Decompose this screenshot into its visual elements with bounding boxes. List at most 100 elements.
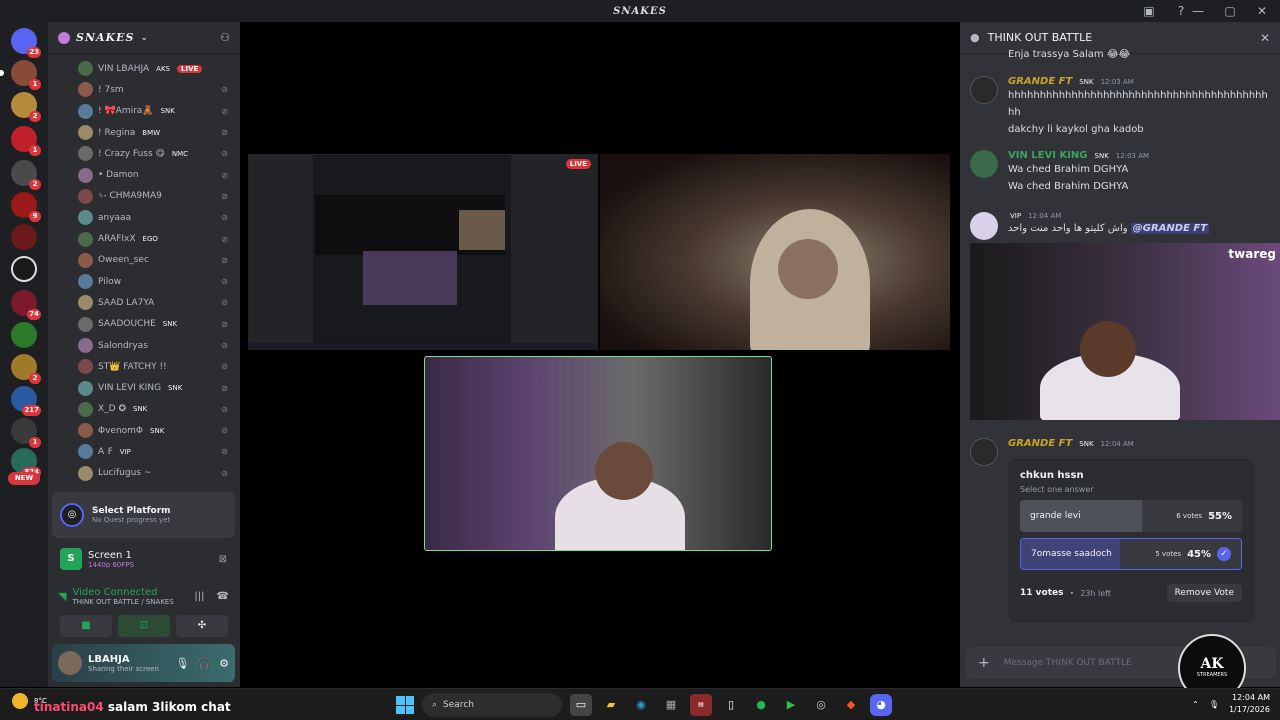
voice-user[interactable]: SAADOUCHE SNK ⊘ (48, 314, 240, 335)
gear-icon[interactable]: ⚙ (219, 657, 229, 670)
voice-user[interactable]: SAAD LA7YA ⊘ (48, 292, 240, 313)
notepad-icon[interactable]: ▯ (720, 694, 742, 716)
voice-user[interactable]: ! 7sm ⊘ (48, 79, 240, 100)
start-button[interactable] (396, 696, 414, 714)
remove-vote-button[interactable]: Remove Vote (1166, 584, 1242, 602)
file-explorer-icon[interactable]: ▰ (600, 694, 622, 716)
quest-panel[interactable]: ◎ Select Platform No Quest progress yet (52, 492, 235, 538)
app-icon[interactable]: ▤ (690, 694, 712, 716)
avatar[interactable] (970, 438, 998, 466)
server-icon[interactable]: 874 (11, 448, 41, 478)
disconnect-icon[interactable]: ☎ (217, 591, 229, 602)
voice-user[interactable]: ᛃ- CHMA9MA9 ⊘ (48, 186, 240, 207)
poll-option-percent: 45% (1187, 548, 1211, 560)
deafened-icon: ⊘ (221, 468, 228, 478)
voice-user[interactable]: Lucifugus ~ ⊘ (48, 463, 240, 484)
avatar[interactable] (58, 651, 82, 675)
camera-button[interactable]: ■ (60, 615, 112, 637)
edge-icon[interactable]: ◉ (630, 694, 652, 716)
server-tag: SNK (133, 405, 148, 414)
voice-user[interactable]: ST👑 FATCHY !! ⊘ (48, 356, 240, 377)
voice-user[interactable]: • Damon ⊘ (48, 164, 240, 185)
poll-option-selected[interactable]: 7omasse saadoch 5 votes 45% ✓ (1020, 538, 1242, 570)
avatar[interactable] (970, 212, 998, 240)
server-icon[interactable]: 2 (11, 92, 41, 122)
server-icon[interactable]: 1 (11, 60, 41, 90)
direct-messages-button[interactable]: 23 (11, 28, 41, 58)
voice-user[interactable]: ! 🎀Amira🧸 SNK ⊘ (48, 101, 240, 122)
avatar[interactable] (970, 150, 998, 178)
brave-icon[interactable]: ◆ (840, 694, 862, 716)
voice-user[interactable]: X_D ✪ SNK ⊘ (48, 399, 240, 420)
poll-option-label: 7omasse saadoch (1031, 549, 1112, 559)
close-button[interactable]: ✕ (1252, 2, 1272, 20)
task-view-icon[interactable]: ▭ (570, 694, 592, 716)
voice-user[interactable]: Oween_sec ⊘ (48, 250, 240, 271)
voice-user-name: ARAFIxX (98, 234, 136, 245)
server-icon[interactable]: 1 (11, 418, 41, 448)
server-icon-snakes[interactable] (11, 256, 37, 282)
message-author[interactable]: GRANDE FT (1008, 438, 1072, 449)
message-author[interactable]: VIN LEVI KING (1008, 150, 1088, 161)
server-icon[interactable]: 2 (11, 354, 41, 384)
invite-icon[interactable]: ⚇ (220, 31, 230, 44)
discord-icon[interactable]: ◕ (870, 694, 892, 716)
camera-tile[interactable] (600, 154, 950, 350)
server-icon[interactable]: 217 (11, 386, 41, 416)
microphone-icon[interactable]: 🎙 (175, 657, 189, 670)
play-icon[interactable]: ▶ (780, 694, 802, 716)
server-icon[interactable]: 9 (11, 192, 41, 222)
screen-share-button[interactable]: ⊡ (118, 615, 170, 637)
server-icon[interactable] (11, 322, 37, 348)
message-input[interactable] (1003, 658, 1204, 668)
close-icon[interactable]: ✕ (1260, 31, 1270, 45)
chevron-up-icon[interactable]: ⌃ (1192, 700, 1199, 709)
deafened-icon: ⊘ (221, 447, 228, 457)
maximize-button[interactable]: ▢ (1220, 2, 1240, 20)
voice-user[interactable]: A ₣ VIP ⊘ (48, 441, 240, 462)
deafened-icon: ⊘ (221, 426, 228, 436)
taskbar-search[interactable]: ⌕ Search (422, 693, 562, 717)
headphones-icon[interactable]: 🎧 (197, 657, 211, 670)
poll-subtitle: Select one answer (1020, 485, 1094, 494)
voice-user-name: A ₣ (98, 446, 113, 457)
voice-user[interactable]: ΦvenomΦ SNK ⊘ (48, 420, 240, 441)
spotify-icon[interactable]: ● (750, 694, 772, 716)
store-icon[interactable]: ▦ (660, 694, 682, 716)
inbox-icon[interactable]: ▣ (1140, 2, 1158, 20)
server-icon[interactable] (11, 224, 37, 250)
server-icon[interactable]: 2 (11, 160, 41, 190)
obs-icon[interactable]: ◎ (810, 694, 832, 716)
new-unreads-pill[interactable]: NEW (8, 472, 40, 485)
user-mention[interactable]: @GRANDE FT (1130, 223, 1210, 234)
clock[interactable]: 12:04 AM 1/17/2026 (1229, 692, 1270, 716)
poll-option[interactable]: grande levi 6 votes 55% (1020, 500, 1242, 532)
voice-user[interactable]: Salondryas ⊘ (48, 335, 240, 356)
minimize-button[interactable]: — (1188, 2, 1208, 20)
voice-user[interactable]: ! Crazy Fuss 😋 NMC ⊘ (48, 143, 240, 164)
voice-user[interactable]: Pilow ⊘ (48, 271, 240, 292)
screen-share-tile[interactable]: LIVE (248, 154, 598, 350)
camera-tile-active[interactable] (424, 356, 772, 551)
voice-user[interactable]: ARAFIxX EGO ⊘ (48, 228, 240, 249)
activities-button[interactable]: ✣ (176, 615, 228, 637)
stop-stream-icon[interactable]: ⊠ (219, 554, 227, 565)
image-attachment[interactable]: twareg (970, 243, 1280, 420)
voice-channel-name[interactable]: THINK OUT BATTLE / SNAKES (72, 598, 173, 606)
message-time: 12:03 AM (1115, 151, 1150, 160)
server-icon[interactable]: 74 (11, 290, 41, 320)
plus-icon[interactable]: + (978, 655, 990, 671)
voice-user[interactable]: anyaaa ⊘ (48, 207, 240, 228)
microphone-icon[interactable]: 🎙 (1209, 700, 1219, 709)
noise-suppression-icon[interactable]: ||| (194, 591, 204, 602)
signal-icon[interactable]: ◥ (58, 590, 66, 603)
server-icon[interactable]: 1 (11, 126, 41, 156)
guild-header[interactable]: SNAKES ⌄ ⚇ (48, 22, 240, 54)
voice-user[interactable]: ! Regina BMW ⊘ (48, 122, 240, 143)
voice-user[interactable]: VIN LBAHJA AKS LIVE (48, 58, 240, 79)
message-author[interactable]: GRANDE FT (1008, 76, 1072, 87)
message-time: 12:03 AM (1100, 77, 1134, 86)
unread-badge: 74 (27, 309, 41, 320)
voice-user[interactable]: VIN LEVI KING SNK ⊘ (48, 377, 240, 398)
avatar[interactable] (970, 76, 998, 104)
